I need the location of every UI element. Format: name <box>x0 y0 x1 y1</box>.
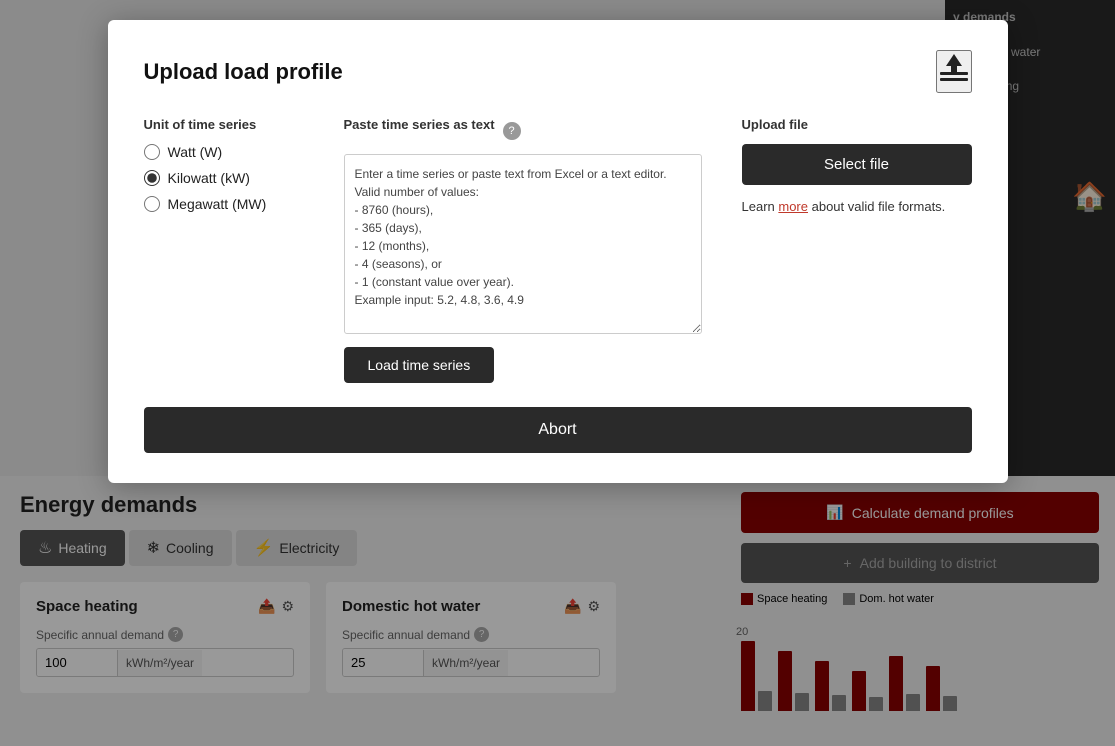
modal-overlay: Upload load profile Unit of time series … <box>0 0 1115 746</box>
modal-body: Unit of time series Watt (W) Kilowatt (k… <box>144 117 972 383</box>
unit-section-label: Unit of time series <box>144 117 304 132</box>
unit-column: Unit of time series Watt (W) Kilowatt (k… <box>144 117 304 383</box>
radio-megawatt-input[interactable] <box>144 196 160 212</box>
modal: Upload load profile Unit of time series … <box>108 20 1008 483</box>
paste-help-icon[interactable]: ? <box>503 122 521 140</box>
upload-section-label: Upload file <box>742 117 972 132</box>
radio-watt-input[interactable] <box>144 144 160 160</box>
modal-title: Upload load profile <box>144 59 343 85</box>
radio-watt-label: Watt (W) <box>168 144 223 160</box>
select-file-button[interactable]: Select file <box>742 144 972 185</box>
paste-header: Paste time series as text ? <box>344 117 702 144</box>
modal-header: Upload load profile <box>144 50 972 93</box>
radio-megawatt[interactable]: Megawatt (MW) <box>144 196 304 212</box>
abort-row: Abort <box>144 407 972 453</box>
learn-more-text: Learn more about valid file formats. <box>742 199 972 214</box>
radio-watt[interactable]: Watt (W) <box>144 144 304 160</box>
abort-button[interactable]: Abort <box>144 407 972 453</box>
radio-kilowatt[interactable]: Kilowatt (kW) <box>144 170 304 186</box>
radio-kilowatt-label: Kilowatt (kW) <box>168 170 250 186</box>
load-time-series-button[interactable]: Load time series <box>344 347 495 383</box>
modal-upload-icon-button[interactable] <box>936 50 972 93</box>
paste-textarea[interactable]: Enter a time series or paste text from E… <box>344 154 702 334</box>
upload-column: Upload file Select file Learn more about… <box>742 117 972 383</box>
paste-column: Paste time series as text ? Enter a time… <box>344 117 702 383</box>
unit-radio-group: Watt (W) Kilowatt (kW) Megawatt (MW) <box>144 144 304 212</box>
radio-kilowatt-input[interactable] <box>144 170 160 186</box>
learn-more-link[interactable]: more <box>778 199 808 214</box>
radio-megawatt-label: Megawatt (MW) <box>168 196 267 212</box>
paste-section-label: Paste time series as text <box>344 117 495 132</box>
